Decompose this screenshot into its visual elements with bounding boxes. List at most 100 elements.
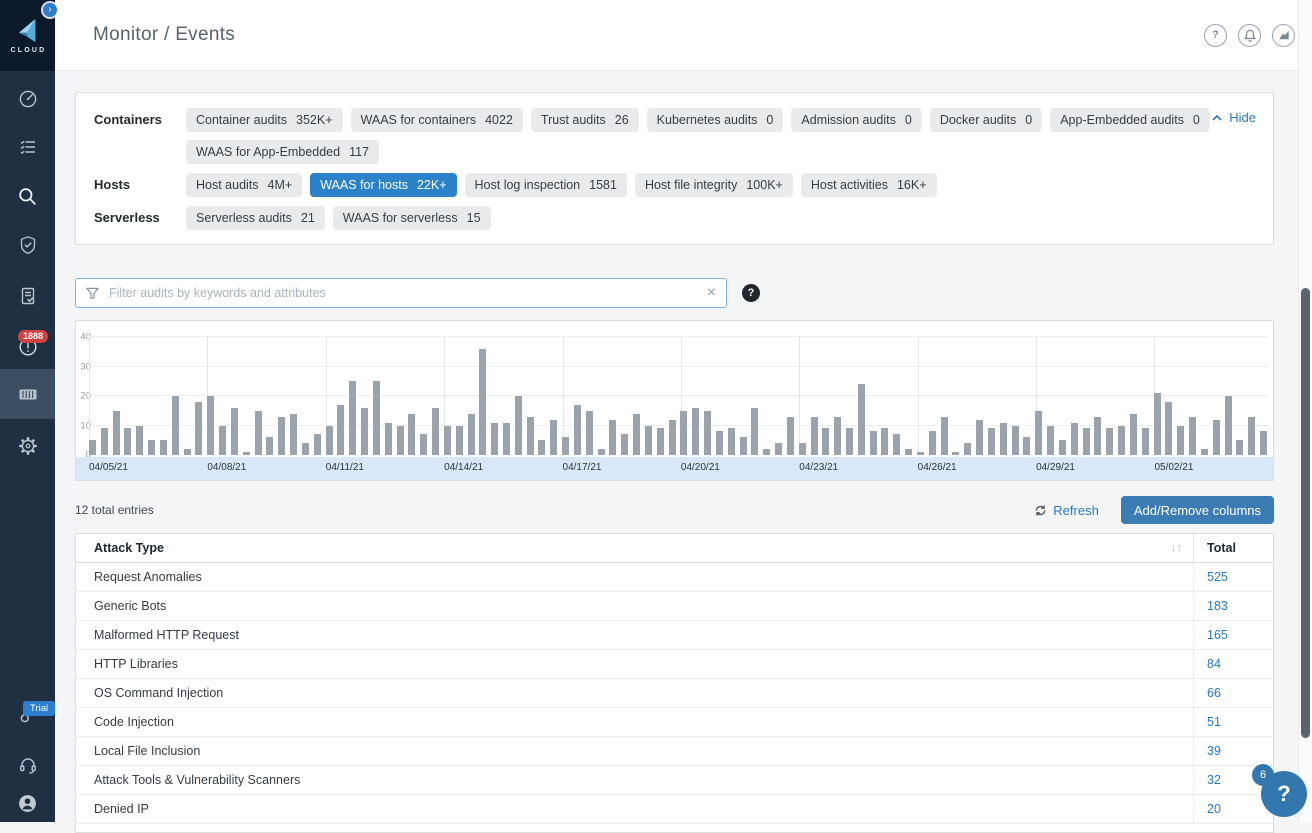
filter-chip-host-log-inspection[interactable]: Host log inspection1581 (465, 173, 627, 197)
chart-bar[interactable] (515, 396, 522, 455)
chart-bar[interactable] (905, 449, 912, 455)
chart-bar[interactable] (219, 426, 226, 456)
chart-bar[interactable] (207, 396, 214, 455)
chart-bar[interactable] (669, 420, 676, 455)
chart-bar[interactable] (598, 449, 605, 455)
help-icon[interactable]: ? (1204, 24, 1227, 47)
chart-bar[interactable] (1047, 426, 1054, 456)
filter-chip-waas-for-serverless[interactable]: WAAS for serverless15 (333, 206, 491, 230)
chart-bar[interactable] (1106, 428, 1113, 455)
page-scrollbar[interactable] (1298, 0, 1312, 822)
table-row[interactable]: OS Command Injection66 (76, 679, 1273, 708)
chart-bar[interactable] (1023, 437, 1030, 455)
chart-bar[interactable] (929, 431, 936, 455)
chart-bar[interactable] (704, 411, 711, 455)
chart-bar[interactable] (160, 440, 167, 455)
clear-filter-icon[interactable]: × (707, 285, 716, 301)
table-row[interactable]: Attack Tools & Vulnerability Scanners32 (76, 766, 1273, 795)
chart-bar[interactable] (834, 417, 841, 455)
filter-chip-host-audits[interactable]: Host audits4M+ (186, 173, 302, 197)
table-row[interactable]: Denied IP20 (76, 795, 1273, 824)
chart-bar[interactable] (1236, 440, 1243, 455)
chart-bar[interactable] (621, 434, 628, 455)
chart-bar[interactable] (231, 408, 238, 455)
sidebar-item-containers[interactable] (0, 369, 55, 419)
chart-bar[interactable] (574, 405, 581, 455)
total-link[interactable]: 525 (1207, 570, 1228, 584)
filter-chip-host-file-integrity[interactable]: Host file integrity100K+ (635, 173, 793, 197)
chart-bar[interactable] (917, 452, 924, 455)
chart-bar[interactable] (184, 449, 191, 455)
chart-bar[interactable] (397, 426, 404, 456)
total-link[interactable]: 20 (1207, 802, 1221, 816)
filter-chip-container-audits[interactable]: Container audits352K+ (186, 108, 343, 132)
chart-bar[interactable] (870, 431, 877, 455)
filter-chip-app-embedded-audits[interactable]: App-Embedded audits0 (1050, 108, 1210, 132)
column-header-attack-type[interactable]: Attack Type ↓↑ (76, 534, 1193, 562)
chart-bar[interactable] (609, 420, 616, 455)
chart-bar[interactable] (1154, 393, 1161, 455)
chart-bar[interactable] (408, 414, 415, 455)
chart-bar[interactable] (148, 440, 155, 455)
scrollbar-thumb[interactable] (1301, 288, 1310, 738)
chart-bar[interactable] (361, 408, 368, 455)
sidebar-item-compliance[interactable] (0, 271, 55, 321)
chart-bar[interactable] (976, 420, 983, 455)
chart-bar[interactable] (1012, 426, 1019, 456)
chart-bar[interactable] (680, 411, 687, 455)
chart-bar[interactable] (1177, 426, 1184, 456)
chart-bar[interactable] (444, 426, 451, 456)
sidebar-item-policies[interactable] (0, 122, 55, 172)
column-header-total[interactable]: Total (1193, 534, 1273, 562)
usage-chart-icon[interactable] (1272, 24, 1295, 47)
chart-bar[interactable] (858, 384, 865, 455)
filter-chip-waas-for-hosts[interactable]: WAAS for hosts22K+ (310, 173, 456, 197)
chart-bar[interactable] (326, 426, 333, 456)
chart-bar[interactable] (728, 428, 735, 455)
chart-bar[interactable] (243, 452, 250, 455)
chart-bar[interactable] (1071, 423, 1078, 455)
chart-bar[interactable] (468, 414, 475, 455)
chart-bar[interactable] (822, 428, 829, 455)
chart-bar[interactable] (964, 443, 971, 455)
total-link[interactable]: 84 (1207, 657, 1221, 671)
sidebar-item-search[interactable] (0, 171, 55, 221)
chart-bar[interactable] (255, 411, 262, 455)
chart-bar[interactable] (692, 408, 699, 455)
chart-bar[interactable] (527, 417, 534, 455)
chart-bar[interactable] (775, 443, 782, 455)
chart-bar[interactable] (1165, 402, 1172, 455)
filter-chip-serverless-audits[interactable]: Serverless audits21 (186, 206, 325, 230)
chart-bar[interactable] (787, 417, 794, 455)
table-row[interactable]: Malformed HTTP Request165 (76, 621, 1273, 650)
filter-chip-waas-for-app-embedded[interactable]: WAAS for App-Embedded117 (186, 140, 379, 164)
chart-bar[interactable] (456, 426, 463, 456)
chart-bar[interactable] (89, 440, 96, 455)
chart-bar[interactable] (349, 381, 356, 455)
filter-chip-admission-audits[interactable]: Admission audits0 (791, 108, 921, 132)
chart-bar[interactable] (988, 428, 995, 455)
chart-bar[interactable] (1248, 417, 1255, 455)
chart-bar[interactable] (1130, 414, 1137, 455)
sidebar-item-profile[interactable] (0, 778, 55, 828)
chart-bar[interactable] (420, 434, 427, 455)
filter-chip-waas-for-containers[interactable]: WAAS for containers4022 (351, 108, 523, 132)
chart-bar[interactable] (893, 434, 900, 455)
chart-bar[interactable] (432, 408, 439, 455)
chart-bar[interactable] (881, 428, 888, 455)
filter-chip-kubernetes-audits[interactable]: Kubernetes audits0 (647, 108, 784, 132)
chart-bar[interactable] (538, 440, 545, 455)
chart-bar[interactable] (195, 402, 202, 455)
chart-bar[interactable] (799, 443, 806, 455)
chart-bar[interactable] (1260, 431, 1267, 455)
table-row[interactable]: Local File Inclusion39 (76, 737, 1273, 766)
chart-bar[interactable] (385, 423, 392, 455)
add-remove-columns-button[interactable]: Add/Remove columns (1121, 496, 1274, 524)
table-row[interactable]: Request Anomalies525 (76, 563, 1273, 592)
table-row[interactable]: Code Injection51 (76, 708, 1273, 737)
chart-bar[interactable] (290, 414, 297, 455)
chart-bar[interactable] (763, 449, 770, 455)
notifications-bell-icon[interactable] (1238, 24, 1261, 47)
total-link[interactable]: 51 (1207, 715, 1221, 729)
total-link[interactable]: 165 (1207, 628, 1228, 642)
